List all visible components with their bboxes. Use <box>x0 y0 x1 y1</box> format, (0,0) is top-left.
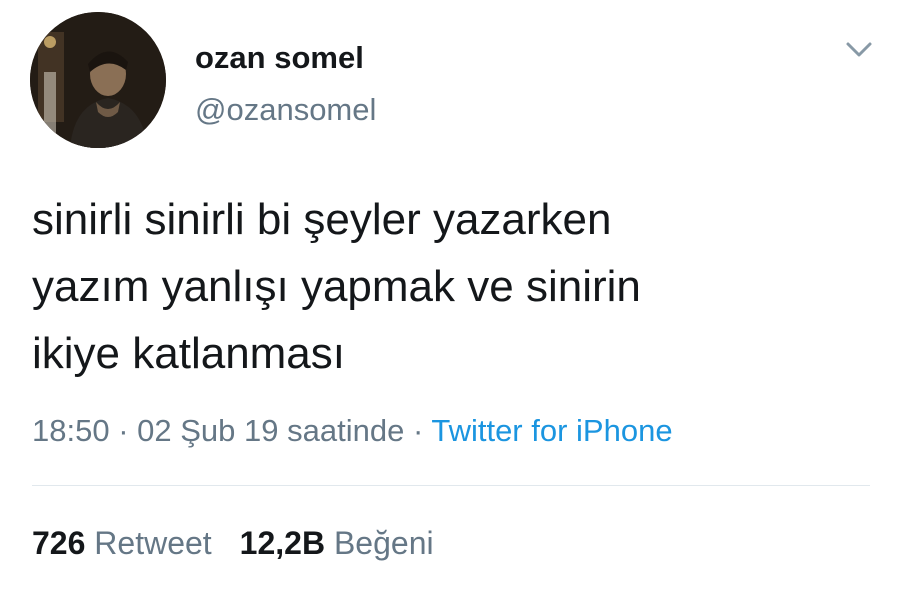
divider <box>32 485 870 486</box>
meta-separator: · <box>118 413 129 448</box>
tweet-source-link[interactable]: Twitter for iPhone <box>431 413 672 448</box>
author-block: ozan somel @ozansomel <box>195 38 376 130</box>
tweet-meta: 18:50 · 02 Şub 19 saatinde · Twitter for… <box>32 411 673 451</box>
tweet-text: sinirli sinirli bi şeyler yazarken yazım… <box>32 195 641 378</box>
meta-separator: · <box>412 413 424 448</box>
retweets-stat[interactable]: 726 Retweet <box>32 525 212 561</box>
avatar[interactable] <box>30 12 166 148</box>
retweets-count: 726 <box>32 525 86 561</box>
author-display-name[interactable]: ozan somel <box>195 38 376 78</box>
likes-count: 12,2B <box>239 525 326 561</box>
tweet-stats: 726 Retweet 12,2B Beğeni <box>32 523 434 563</box>
tweet-date[interactable]: 02 Şub 19 saatinde <box>137 413 404 448</box>
likes-stat[interactable]: 12,2B Beğeni <box>240 525 434 561</box>
chevron-down-icon[interactable] <box>842 36 876 64</box>
tweet-card: ozan somel @ozansomel sinirli sinirli bi… <box>0 0 900 593</box>
avatar-photo <box>30 12 166 148</box>
retweets-label: Retweet <box>94 525 212 561</box>
author-handle[interactable]: @ozansomel <box>195 90 376 130</box>
likes-label: Beğeni <box>333 525 434 561</box>
tweet-time[interactable]: 18:50 <box>32 413 110 448</box>
